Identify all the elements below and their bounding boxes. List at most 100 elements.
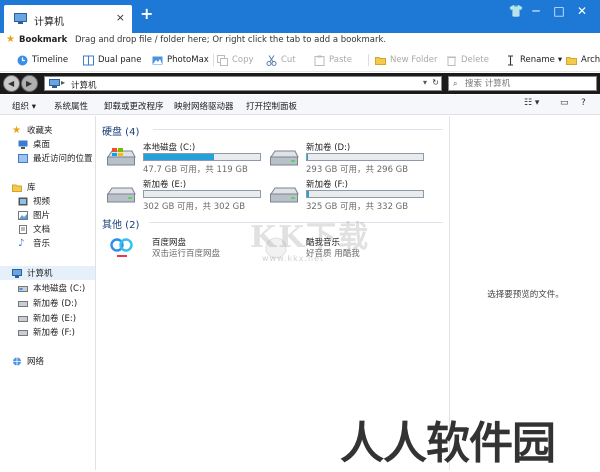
nav-recent-places[interactable]: 最近访问的位置 bbox=[0, 151, 95, 165]
nav-libraries[interactable]: 库 bbox=[0, 180, 95, 194]
star-icon: ★ bbox=[12, 124, 21, 136]
archive-button[interactable]: Archi bbox=[566, 53, 600, 67]
preview-placeholder: 选择要预览的文件。 bbox=[487, 290, 564, 300]
help-icon[interactable]: ? bbox=[581, 98, 586, 108]
copy-icon bbox=[217, 54, 228, 66]
nav-desktop[interactable]: 桌面 bbox=[0, 137, 95, 151]
app-item-baidu-netdisk[interactable]: 百度网盘 双击运行百度网盘 bbox=[109, 235, 259, 265]
maximize-icon[interactable]: □ bbox=[551, 4, 567, 18]
uninstall-program-button[interactable]: 卸载或更改程序 bbox=[104, 100, 164, 112]
drive-item-c[interactable]: 本地磁盘 (C:) 47.7 GB 可用，共 119 GB bbox=[106, 141, 266, 175]
paste-button[interactable]: Paste bbox=[314, 53, 352, 67]
timeline-icon bbox=[17, 55, 28, 65]
bookmark-title: Bookmark bbox=[19, 35, 68, 45]
search-box[interactable]: ⌕ bbox=[448, 76, 597, 91]
delete-button[interactable]: Delete bbox=[446, 53, 489, 67]
back-arrow-icon: ◀ bbox=[8, 79, 15, 88]
drive-item-d[interactable]: 新加卷 (D:) 293 GB 可用，共 296 GB bbox=[269, 141, 429, 175]
breadcrumb[interactable]: 计算机 bbox=[71, 79, 97, 91]
bookmark-star-icon: ★ bbox=[6, 34, 15, 45]
forward-arrow-icon: ▶ bbox=[26, 79, 33, 88]
system-drive-icon bbox=[107, 148, 136, 166]
search-icon: ⌕ bbox=[453, 79, 458, 88]
dual-pane-button[interactable]: Dual pane bbox=[83, 53, 141, 67]
nav-drive-e[interactable]: 新加卷 (E:) bbox=[0, 311, 95, 325]
view-options-icon[interactable]: ☷ ▾ bbox=[524, 98, 539, 108]
video-icon bbox=[18, 197, 28, 205]
drive-icon bbox=[18, 329, 28, 336]
desktop-icon bbox=[18, 140, 28, 149]
nav-drive-c[interactable]: 本地磁盘 (C:) bbox=[0, 281, 95, 295]
network-icon bbox=[13, 357, 21, 365]
computer-icon bbox=[14, 13, 27, 24]
library-icon bbox=[12, 184, 22, 192]
nav-drive-f[interactable]: 新加卷 (F:) bbox=[0, 325, 95, 339]
nav-videos[interactable]: 视频 bbox=[0, 194, 95, 208]
timeline-button[interactable]: Timeline bbox=[17, 53, 68, 67]
system-properties-button[interactable]: 系统属性 bbox=[54, 100, 88, 112]
drive-usage-fill bbox=[144, 154, 214, 160]
drive-usage-fill bbox=[307, 154, 309, 160]
address-history-dropdown-icon[interactable]: ▾ bbox=[423, 78, 427, 87]
map-network-drive-button[interactable]: 映射网络驱动器 bbox=[174, 100, 234, 112]
drive-icon bbox=[18, 315, 28, 322]
nav-pictures[interactable]: 图片 bbox=[0, 208, 95, 222]
recent-places-icon bbox=[18, 153, 28, 163]
drive-usage-bar bbox=[143, 190, 261, 198]
bookmark-bar: ★ Bookmark Drag and drop file / folder h… bbox=[0, 33, 600, 47]
nav-computer[interactable]: 计算机 bbox=[0, 266, 95, 280]
dual-pane-icon bbox=[83, 55, 94, 65]
drive-icon bbox=[18, 300, 28, 307]
address-field[interactable]: ▸ 计算机 ▾ ↻ bbox=[44, 76, 442, 91]
group-divider bbox=[153, 129, 443, 130]
drive-item-f[interactable]: 新加卷 (F:) 325 GB 可用，共 332 GB bbox=[269, 178, 429, 212]
back-button[interactable]: ◀ bbox=[3, 75, 20, 92]
command-bar: 组织 ▾ 系统属性 卸载或更改程序 映射网络驱动器 打开控制面板 ☷ ▾ ▭ ? bbox=[0, 95, 600, 115]
group-other[interactable]: 其他 (2) bbox=[102, 216, 139, 231]
cut-button[interactable]: Cut bbox=[266, 53, 296, 67]
nav-favorites[interactable]: ★ 收藏夹 bbox=[0, 123, 95, 137]
close-window-icon[interactable]: ✕ bbox=[574, 4, 590, 18]
minimize-icon[interactable]: ─ bbox=[528, 4, 544, 18]
drive-icon bbox=[107, 187, 136, 203]
breadcrumb-chevron-icon[interactable]: ▸ bbox=[61, 78, 65, 87]
nav-music[interactable]: ♪ 音乐 bbox=[0, 236, 95, 250]
preview-pane-toggle-icon[interactable]: ▭ bbox=[560, 98, 569, 108]
photo-icon bbox=[152, 56, 163, 64]
picture-icon bbox=[18, 210, 28, 220]
music-icon: ♪ bbox=[18, 237, 25, 249]
computer-icon bbox=[49, 79, 60, 88]
forward-button[interactable]: ▶ bbox=[21, 75, 38, 92]
group-hard-disks[interactable]: 硬盘 (4) bbox=[102, 123, 139, 138]
drive-icon bbox=[270, 187, 299, 203]
nav-documents[interactable]: 文档 bbox=[0, 222, 95, 236]
copy-button[interactable]: Copy bbox=[217, 53, 254, 67]
drive-icon bbox=[18, 285, 28, 292]
bookmark-hint: Drag and drop file / folder here; Or rig… bbox=[75, 35, 387, 45]
drive-usage-bar bbox=[306, 190, 424, 198]
tab-computer[interactable]: 计算机 × bbox=[4, 5, 132, 33]
toolbar-divider bbox=[368, 54, 369, 66]
drive-icon bbox=[270, 150, 299, 166]
organize-menu[interactable]: 组织 ▾ bbox=[12, 100, 36, 112]
rename-dropdown-icon: ▾ bbox=[557, 55, 563, 65]
search-input[interactable] bbox=[465, 77, 591, 90]
delete-icon bbox=[447, 56, 456, 66]
photomax-button[interactable]: PhotoMax bbox=[152, 53, 209, 67]
drive-usage-fill bbox=[307, 191, 310, 197]
scissors-icon bbox=[266, 54, 277, 66]
drive-item-e[interactable]: 新加卷 (E:) 302 GB 可用，共 302 GB bbox=[106, 178, 266, 212]
rename-button[interactable]: Rename ▾ bbox=[505, 53, 562, 67]
refresh-icon[interactable]: ↻ bbox=[432, 78, 439, 87]
tab-close-icon[interactable]: × bbox=[116, 11, 125, 24]
address-bar: ◀ ▶ ▸ 计算机 ▾ ↻ ⌕ bbox=[0, 73, 600, 94]
drive-usage-bar bbox=[306, 153, 424, 161]
baidu-netdisk-icon bbox=[110, 238, 133, 257]
new-folder-button[interactable]: New Folder bbox=[375, 53, 438, 67]
paste-icon bbox=[314, 55, 325, 66]
open-control-panel-button[interactable]: 打开控制面板 bbox=[246, 100, 297, 112]
nav-drive-d[interactable]: 新加卷 (D:) bbox=[0, 296, 95, 310]
nav-network[interactable]: 网络 bbox=[0, 354, 95, 368]
skin-shirt-icon[interactable]: 👕 bbox=[508, 4, 524, 18]
new-tab-icon[interactable]: + bbox=[140, 6, 153, 22]
